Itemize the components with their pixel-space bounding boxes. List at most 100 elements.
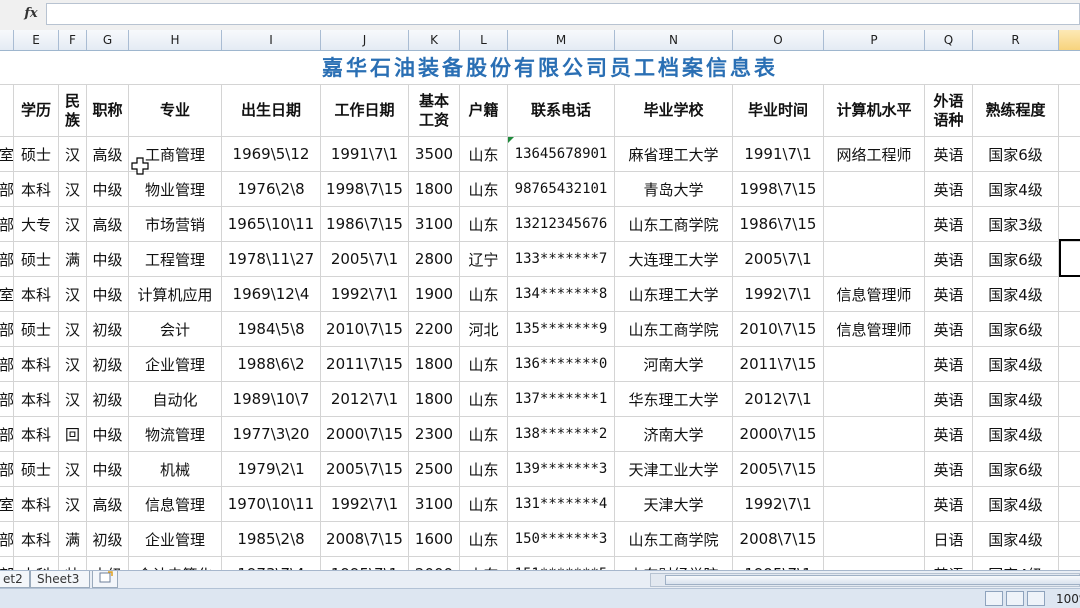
cell-computer-level[interactable] [824,172,925,207]
cell-school[interactable]: 山东工商学院 [615,312,733,347]
cell-school[interactable]: 山东工商学院 [615,522,733,557]
cell-language[interactable]: 英语 [925,312,973,347]
cell-title-rank[interactable]: 初级 [87,347,129,382]
cell-work-date[interactable]: 2008\7\15 [321,522,409,557]
cell-work-date[interactable]: 2012\7\1 [321,382,409,417]
cell-education[interactable]: 本科 [14,347,59,382]
cell-computer-level[interactable] [824,207,925,242]
cell-grad-date[interactable]: 2010\7\15 [733,312,824,347]
cell-extra[interactable] [1059,347,1080,382]
cell-education[interactable]: 硕士 [14,242,59,277]
page-break-view-icon[interactable] [1027,591,1045,606]
cell-title-rank[interactable]: 高级 [87,207,129,242]
cell-education[interactable]: 本科 [14,382,59,417]
cell-grad-date[interactable]: 2005\7\15 [733,452,824,487]
cell-language[interactable]: 英语 [925,137,973,172]
cell-extra[interactable] [1059,522,1080,557]
cell-language[interactable]: 英语 [925,347,973,382]
cell-major[interactable]: 会计电算化 [129,557,222,570]
cell-department[interactable]: 部 [0,417,14,452]
cell-phone[interactable]: 133*******7 [508,242,615,277]
cell-education[interactable]: 硕士 [14,137,59,172]
sheet-title[interactable]: 嘉华石油装备股份有限公司员工档案信息表 [0,50,1080,85]
cell-education[interactable]: 硕士 [14,312,59,347]
cell-phone[interactable]: 13645678901 [508,137,615,172]
cell-phone[interactable]: 13212345676 [508,207,615,242]
cell-birth-date[interactable]: 1973\7\4 [222,557,321,570]
cell-title-rank[interactable]: 中级 [87,172,129,207]
header-cell-education[interactable]: 学历 [14,85,59,137]
cell-department[interactable]: 部 [0,382,14,417]
cell-birth-date[interactable]: 1970\10\11 [222,487,321,522]
cell-proficiency[interactable]: 国家4级 [973,417,1059,452]
cell-extra[interactable] [1059,277,1080,312]
sheet-tab-sheet2[interactable]: et2 [0,571,30,588]
sheet-tab-sheet3[interactable]: Sheet3 [30,571,90,588]
cell-school[interactable]: 济南大学 [615,417,733,452]
cell-hometown[interactable]: 山东 [460,172,508,207]
cell-base-salary[interactable]: 2800 [409,242,460,277]
cell-birth-date[interactable]: 1988\6\2 [222,347,321,382]
insert-sheet-icon[interactable] [92,571,118,588]
cell-birth-date[interactable]: 1985\2\8 [222,522,321,557]
cell-proficiency[interactable]: 国家6级 [973,312,1059,347]
cell-title-rank[interactable]: 高级 [87,487,129,522]
normal-view-icon[interactable] [985,591,1003,606]
cell-base-salary[interactable]: 1800 [409,172,460,207]
cell-ethnicity[interactable]: 满 [59,522,87,557]
cell-hometown[interactable]: 山东 [460,382,508,417]
cell-base-salary[interactable]: 1600 [409,522,460,557]
cell-base-salary[interactable]: 2200 [409,312,460,347]
cell-phone[interactable]: 138*******2 [508,417,615,452]
cell-work-date[interactable]: 1986\7\15 [321,207,409,242]
column-header-p[interactable]: P [824,30,925,50]
cell-work-date[interactable]: 1992\7\1 [321,277,409,312]
cell-school[interactable]: 山东理工大学 [615,277,733,312]
cell-department[interactable]: 部 [0,172,14,207]
worksheet-grid[interactable]: 嘉华石油装备股份有限公司员工档案信息表 学历民 族职称 专业 出生日期 工作日期 基本 … [0,50,1080,570]
cell-department[interactable]: 部 [0,207,14,242]
cell-education[interactable]: 本科 [14,277,59,312]
cell-title-rank[interactable]: 初级 [87,382,129,417]
cell-phone[interactable]: 98765432101 [508,172,615,207]
cell-proficiency[interactable]: 国家4级 [973,557,1059,570]
cell-proficiency[interactable]: 国家6级 [973,242,1059,277]
cell-major[interactable]: 企业管理 [129,347,222,382]
cell-computer-level[interactable] [824,522,925,557]
cell-ethnicity[interactable]: 汉 [59,277,87,312]
cell-hometown[interactable]: 山东 [460,522,508,557]
cell-birth-date[interactable]: 1978\11\27 [222,242,321,277]
cell-ethnicity[interactable]: 汉 [59,312,87,347]
column-header-n[interactable]: N [615,30,733,50]
cell-department[interactable]: 部 [0,312,14,347]
header-cell-department[interactable] [0,85,14,137]
column-header-i[interactable]: I [222,30,321,50]
cell-extra[interactable] [1059,172,1080,207]
cell-work-date[interactable]: 2011\7\15 [321,347,409,382]
cell-phone[interactable]: 150*******3 [508,522,615,557]
cell-title-rank[interactable]: 中级 [87,557,129,570]
cell-phone[interactable]: 136*******0 [508,347,615,382]
cell-hometown[interactable]: 山东 [460,487,508,522]
cell-hometown[interactable]: 山东 [460,417,508,452]
cell-education[interactable]: 硕士 [14,452,59,487]
cell-proficiency[interactable]: 国家4级 [973,172,1059,207]
cell-base-salary[interactable]: 1900 [409,277,460,312]
cell-education[interactable]: 本科 [14,487,59,522]
cell-phone[interactable]: 139*******3 [508,452,615,487]
cell-proficiency[interactable]: 国家4级 [973,522,1059,557]
cell-extra[interactable] [1059,452,1080,487]
header-cell-extra[interactable] [1059,85,1080,137]
cell-language[interactable]: 英语 [925,172,973,207]
cell-phone[interactable]: 131*******4 [508,487,615,522]
cell-language[interactable]: 英语 [925,382,973,417]
cell-title-rank[interactable]: 初级 [87,312,129,347]
cell-grad-date[interactable]: 2005\7\1 [733,242,824,277]
cell-major[interactable]: 机械 [129,452,222,487]
cell-extra[interactable] [1059,417,1080,452]
cell-extra[interactable] [1059,557,1080,570]
cell-work-date[interactable]: 1995\7\1 [321,557,409,570]
cell-department[interactable]: 部 [0,242,14,277]
cell-base-salary[interactable]: 2300 [409,417,460,452]
cell-computer-level[interactable] [824,557,925,570]
